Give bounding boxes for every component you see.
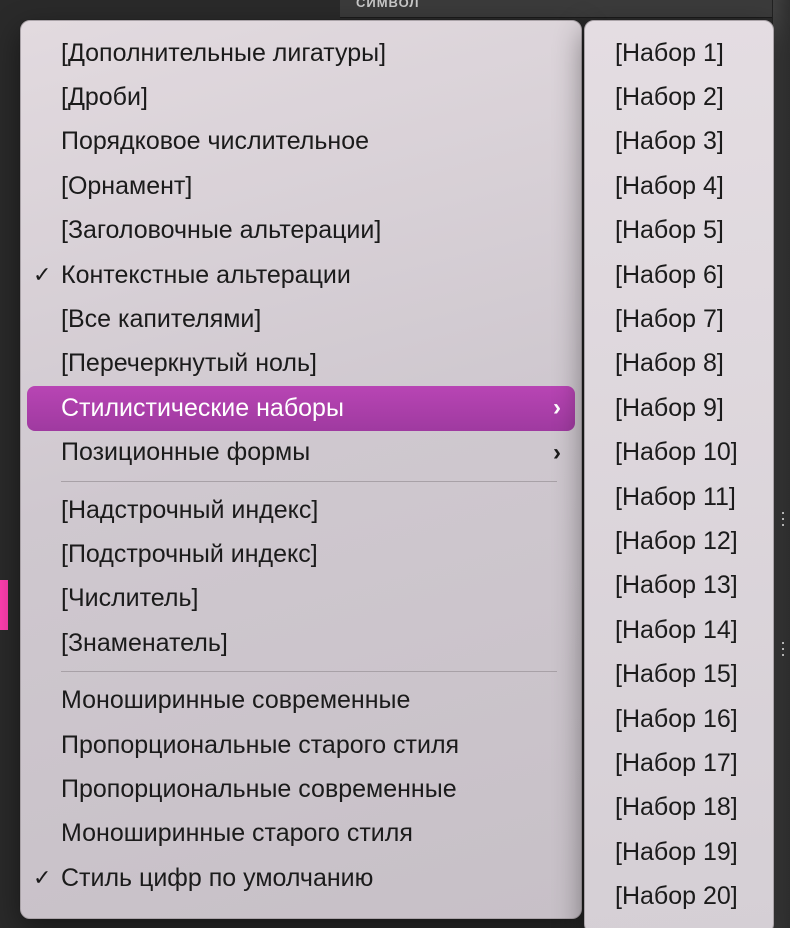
menu-item-label: [Орнамент] — [61, 172, 561, 201]
submenu-item-label: [Набор 12] — [615, 527, 738, 556]
submenu-item-label: [Набор 9] — [615, 394, 724, 423]
menu-item-label: Контекстные альтерации — [61, 261, 561, 290]
menu-item-denominator[interactable]: [Знаменатель] — [21, 621, 581, 665]
rail-dots-icon: ⋯ — [780, 640, 786, 656]
submenu-item-label: [Набор 20] — [615, 882, 738, 911]
submenu-item-set-20[interactable]: [Набор 20] — [585, 874, 773, 918]
menu-item-label: Пропорциональные старого стиля — [61, 731, 561, 760]
submenu-item-label: [Набор 11] — [615, 483, 736, 512]
submenu-item-set-17[interactable]: [Набор 17] — [585, 741, 773, 785]
chevron-right-icon: › — [553, 439, 561, 467]
panel-header: СИМВОЛ — [340, 0, 790, 18]
menu-item-label: [Знаменатель] — [61, 629, 561, 658]
menu-item-label: [Все капителями] — [61, 305, 561, 334]
submenu-item-label: [Набор 10] — [615, 438, 738, 467]
submenu-item-label: [Набор 16] — [615, 705, 738, 734]
menu-item-default-figure-style[interactable]: ✓ Стиль цифр по умолчанию — [21, 856, 581, 900]
menu-item-label: [Числитель] — [61, 584, 561, 613]
menu-item-ordinal[interactable]: Порядковое числительное — [21, 120, 581, 164]
submenu-item-set-18[interactable]: [Набор 18] — [585, 786, 773, 830]
submenu-item-set-15[interactable]: [Набор 15] — [585, 652, 773, 696]
submenu-item-label: [Набор 4] — [615, 172, 724, 201]
check-icon: ✓ — [33, 865, 51, 891]
menu-item-label: Пропорциональные современные — [61, 775, 561, 804]
menu-item-label: [Подстрочный индекс] — [61, 540, 561, 569]
menu-item-proportional-lining[interactable]: Пропорциональные современные — [21, 767, 581, 811]
submenu-item-label: [Набор 13] — [615, 571, 738, 600]
submenu-item-set-9[interactable]: [Набор 9] — [585, 386, 773, 430]
submenu-item-set-6[interactable]: [Набор 6] — [585, 253, 773, 297]
menu-item-label: Стилистические наборы — [61, 394, 553, 423]
menu-item-label: Моноширинные старого стиля — [61, 819, 561, 848]
submenu-item-set-5[interactable]: [Набор 5] — [585, 209, 773, 253]
submenu-item-set-13[interactable]: [Набор 13] — [585, 564, 773, 608]
menu-item-all-small-caps[interactable]: [Все капителями] — [21, 297, 581, 341]
menu-item-label: [Надстрочный индекс] — [61, 496, 561, 525]
rail-dots-icon: ⋯ — [780, 510, 786, 526]
submenu-item-set-2[interactable]: [Набор 2] — [585, 75, 773, 119]
menu-item-proportional-oldstyle[interactable]: Пропорциональные старого стиля — [21, 723, 581, 767]
submenu-item-label: [Набор 19] — [615, 838, 738, 867]
menu-item-label: [Дополнительные лигатуры] — [61, 39, 561, 68]
menu-divider — [61, 671, 557, 672]
submenu-item-label: [Набор 15] — [615, 660, 738, 689]
menu-item-discretionary-ligatures[interactable]: [Дополнительные лигатуры] — [21, 31, 581, 75]
menu-item-label: Порядковое числительное — [61, 127, 561, 156]
submenu-item-set-14[interactable]: [Набор 14] — [585, 608, 773, 652]
submenu-item-set-7[interactable]: [Набор 7] — [585, 297, 773, 341]
submenu-item-label: [Набор 5] — [615, 216, 724, 245]
menu-item-tabular-lining[interactable]: Моноширинные современные — [21, 678, 581, 722]
menu-item-tabular-oldstyle[interactable]: Моноширинные старого стиля — [21, 812, 581, 856]
menu-item-stylistic-sets[interactable]: Стилистические наборы › — [27, 386, 575, 430]
menu-item-label: Моноширинные современные — [61, 686, 561, 715]
submenu-item-set-8[interactable]: [Набор 8] — [585, 342, 773, 386]
submenu-item-set-11[interactable]: [Набор 11] — [585, 475, 773, 519]
submenu-item-set-3[interactable]: [Набор 3] — [585, 120, 773, 164]
submenu-item-label: [Набор 17] — [615, 749, 738, 778]
submenu-item-label: [Набор 7] — [615, 305, 724, 334]
submenu-item-label: [Набор 6] — [615, 261, 724, 290]
menu-divider — [61, 481, 557, 482]
menu-item-label: [Перечеркнутый ноль] — [61, 349, 561, 378]
submenu-item-label: [Набор 18] — [615, 793, 738, 822]
submenu-item-set-16[interactable]: [Набор 16] — [585, 697, 773, 741]
menu-item-superscript[interactable]: [Надстрочный индекс] — [21, 488, 581, 532]
submenu-item-label: [Набор 8] — [615, 349, 724, 378]
menu-item-ornaments[interactable]: [Орнамент] — [21, 164, 581, 208]
submenu-item-set-12[interactable]: [Набор 12] — [585, 519, 773, 563]
menu-item-numerator[interactable]: [Числитель] — [21, 577, 581, 621]
check-icon: ✓ — [33, 262, 51, 288]
submenu-item-set-10[interactable]: [Набор 10] — [585, 431, 773, 475]
menu-item-fractions[interactable]: [Дроби] — [21, 75, 581, 119]
chevron-right-icon: › — [553, 394, 561, 422]
submenu-item-label: [Набор 14] — [615, 616, 738, 645]
menu-item-label: Стиль цифр по умолчанию — [61, 864, 561, 893]
menu-item-contextual-alternates[interactable]: ✓ Контекстные альтерации — [21, 253, 581, 297]
menu-item-label: [Заголовочные альтерации] — [61, 216, 561, 245]
submenu-item-set-19[interactable]: [Набор 19] — [585, 830, 773, 874]
panel-header-label: СИМВОЛ — [340, 0, 420, 10]
menu-item-positional-forms[interactable]: Позиционные формы › — [21, 431, 581, 475]
submenu-item-label: [Набор 2] — [615, 83, 724, 112]
right-rail: ⋯ ⋯ — [772, 0, 790, 928]
opentype-features-menu: [Дополнительные лигатуры] [Дроби] Порядк… — [20, 20, 582, 919]
menu-item-slashed-zero[interactable]: [Перечеркнутый ноль] — [21, 342, 581, 386]
submenu-item-set-4[interactable]: [Набор 4] — [585, 164, 773, 208]
menu-item-subscript[interactable]: [Подстрочный индекс] — [21, 532, 581, 576]
stylistic-sets-submenu: [Набор 1] [Набор 2] [Набор 3] [Набор 4] … — [584, 20, 774, 928]
submenu-item-label: [Набор 1] — [615, 39, 724, 68]
submenu-item-set-1[interactable]: [Набор 1] — [585, 31, 773, 75]
selection-edge-hint — [0, 580, 8, 630]
menu-item-titling-alternates[interactable]: [Заголовочные альтерации] — [21, 209, 581, 253]
menu-item-label: Позиционные формы — [61, 438, 553, 467]
menu-item-label: [Дроби] — [61, 83, 561, 112]
submenu-item-label: [Набор 3] — [615, 127, 724, 156]
